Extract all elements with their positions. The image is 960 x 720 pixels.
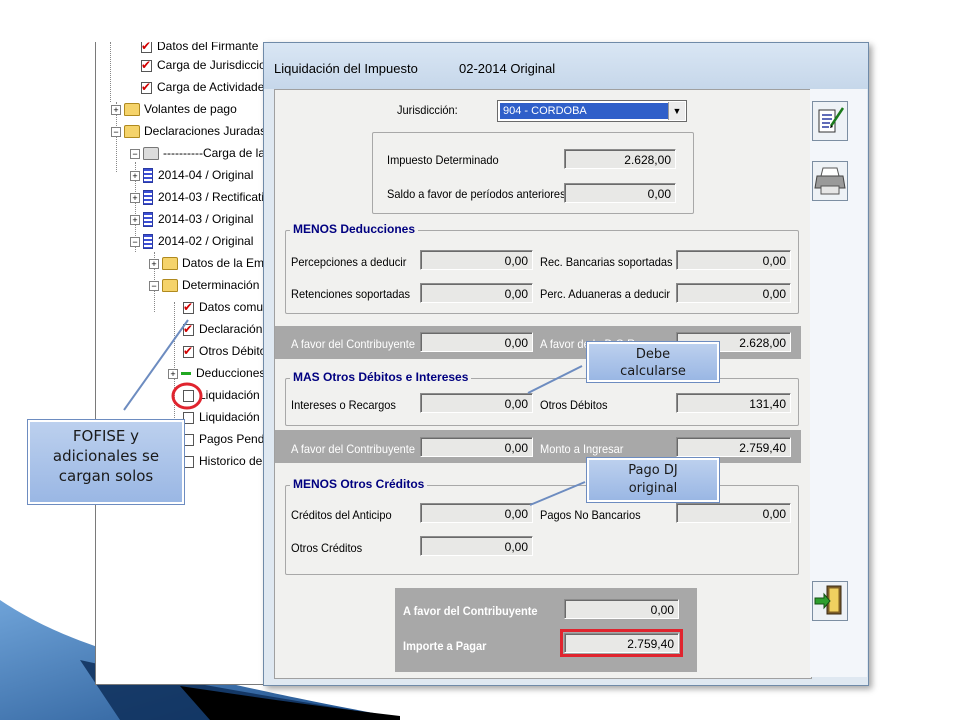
callout-pago-dj: Pago DJ original [586,457,720,503]
callout-debe-calcularse: Debe calcularse [586,341,720,383]
annotation-lines [123,319,586,506]
callout-fofise: FOFISE y adicionales se cargan solos [27,419,185,505]
highlight-circle [171,382,203,410]
